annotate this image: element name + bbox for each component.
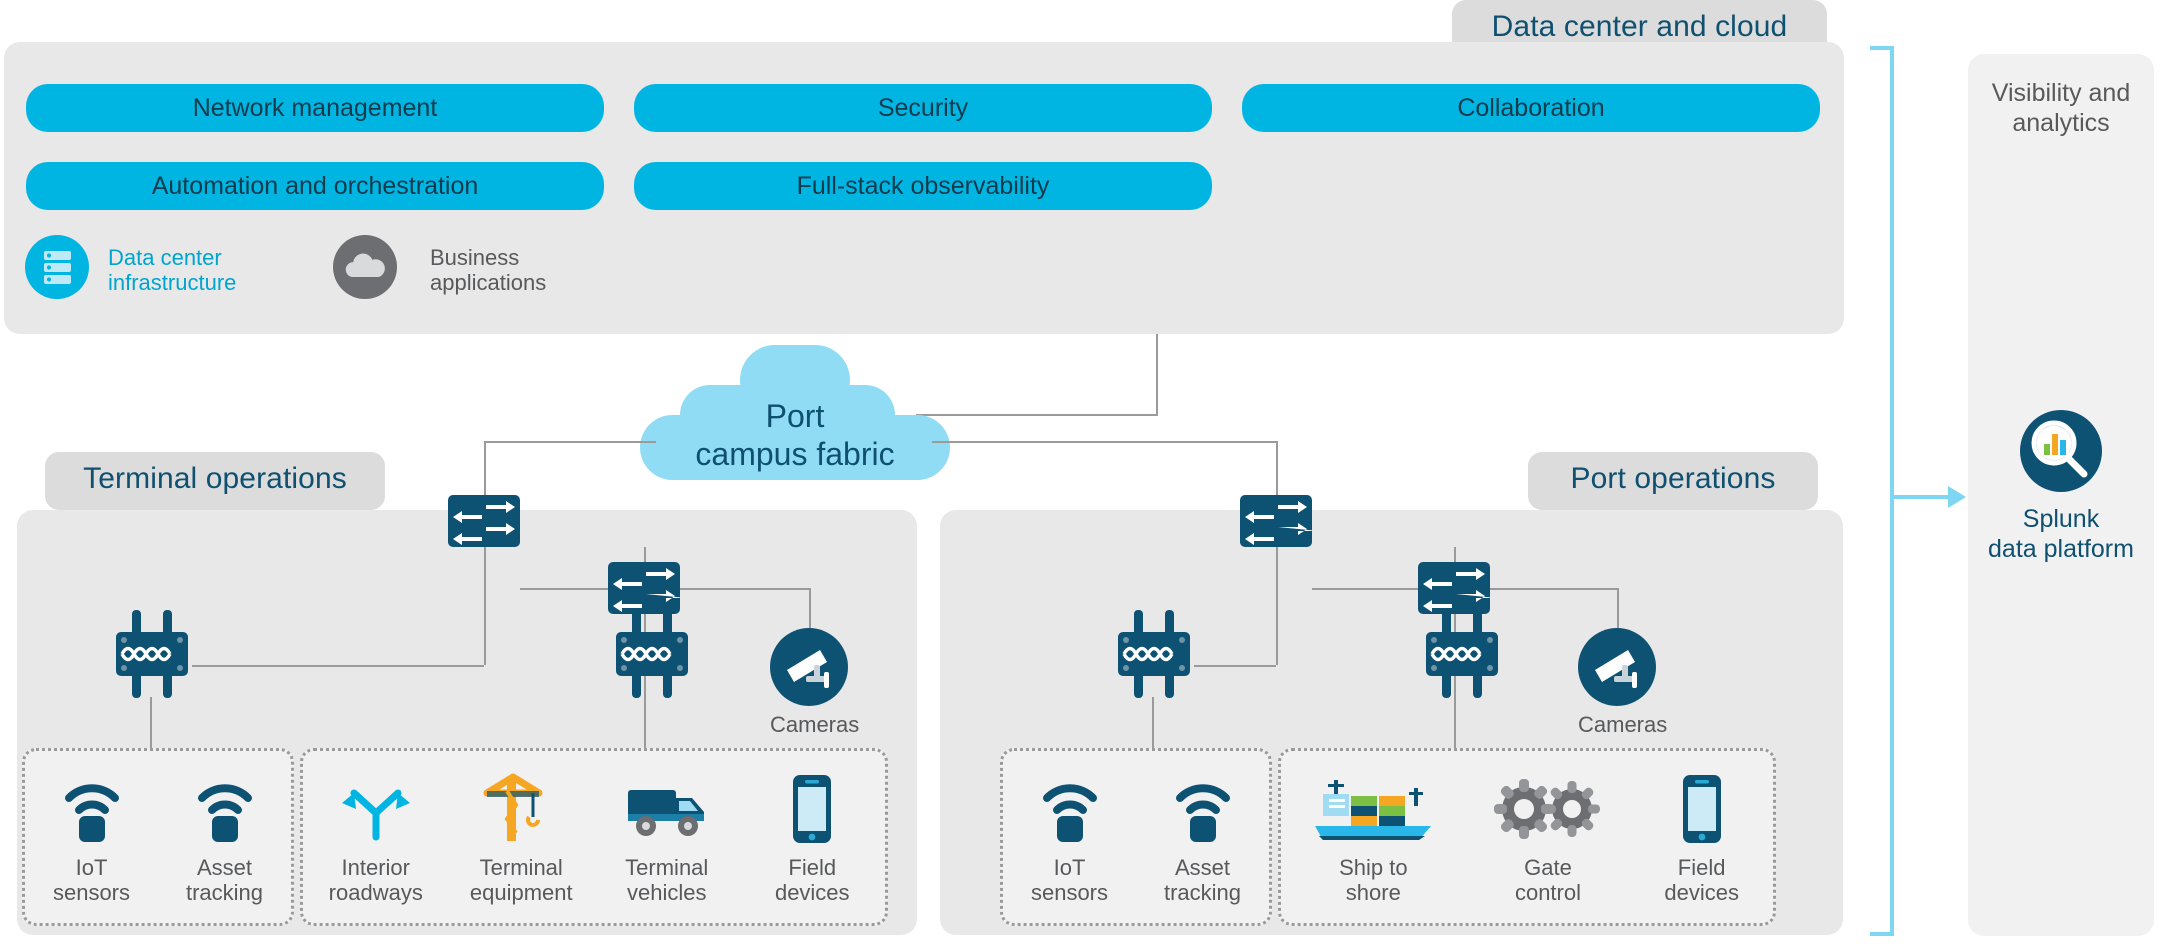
port-sensors-group: IoT sensors Asset tracking [1000, 748, 1272, 926]
device-caption: Gate control [1514, 855, 1581, 905]
pill-label: Full-stack observability [796, 171, 1050, 200]
connector-terminal-camera-drop [809, 588, 811, 628]
crane-icon [467, 773, 575, 845]
device-caption: Terminal vehicles [625, 855, 709, 905]
access-point-terminal-right[interactable] [608, 608, 696, 700]
smartphone-icon [1648, 773, 1756, 845]
camera-node-port[interactable]: Cameras [1578, 628, 1668, 737]
data-center-infrastructure-label: Data center infrastructure [108, 245, 237, 295]
pill-label: Network management [192, 93, 438, 122]
tab-header-port-operations-label: Port operations [1570, 462, 1776, 495]
device-caption: Asset tracking [1163, 855, 1242, 905]
camera-caption: Cameras [1578, 712, 1668, 737]
access-point-terminal-left[interactable] [108, 608, 196, 700]
diagram-canvas: Data center and cloud Network management… [0, 0, 2160, 946]
device-caption: Terminal equipment [469, 855, 573, 905]
terminal-assets-group: Interior roadways Terminal equipment Ter… [300, 748, 888, 926]
pill-collaboration[interactable]: Collaboration [1242, 84, 1820, 132]
connector-terminal-access-to-camera [680, 588, 810, 590]
camera-caption: Cameras [770, 712, 860, 737]
connector-port-camera-drop [1617, 588, 1619, 628]
access-point-port-left[interactable] [1110, 608, 1198, 700]
switch-terminal-access[interactable] [608, 562, 686, 614]
splunk-data-platform[interactable]: Splunk data platform [1968, 410, 2154, 564]
connector-port-core-drop [1276, 547, 1278, 665]
truck-icon [613, 773, 721, 845]
visibility-arrow-head [1948, 486, 1966, 508]
device-iot-sensors-port[interactable]: IoT sensors [1016, 773, 1124, 905]
connector-fabric-left-horizontal [484, 441, 656, 443]
asset-tracking-icon [171, 773, 279, 845]
tab-header-data-center-label: Data center and cloud [1491, 10, 1788, 43]
connector-terminal-core-drop [484, 547, 486, 665]
tab-header-terminal-operations-label: Terminal operations [83, 462, 347, 495]
splunk-magnifier-chart-icon [2020, 410, 2102, 492]
port-campus-fabric-label: Port campus fabric [695, 398, 895, 472]
device-asset-tracking-terminal[interactable]: Asset tracking [171, 773, 279, 905]
tab-header-terminal-operations: Terminal operations [45, 452, 385, 510]
container-ship-icon [1298, 773, 1448, 845]
device-field-devices-port[interactable]: Field devices [1648, 773, 1756, 905]
connector-datacenter-to-fabric-vertical [1156, 334, 1158, 416]
port-campus-fabric: Port campus fabric [640, 345, 950, 480]
road-fork-icon [322, 773, 430, 845]
business-applications-label: Business applications [430, 245, 547, 295]
device-ship-to-shore[interactable]: Ship to shore [1298, 773, 1448, 905]
visibility-bracket-vertical [1890, 46, 1894, 936]
visibility-bracket-top-tick [1870, 46, 1894, 50]
device-gate-control[interactable]: Gate control [1483, 773, 1613, 905]
pill-label: Automation and orchestration [151, 171, 479, 200]
pill-label: Security [877, 93, 969, 122]
device-terminal-vehicles[interactable]: Terminal vehicles [613, 773, 721, 905]
pill-security[interactable]: Security [634, 84, 1212, 132]
connector-port-ap-left-to-core [1194, 665, 1276, 667]
device-iot-sensors-terminal[interactable]: IoT sensors [38, 773, 146, 905]
server-rack-icon [25, 235, 89, 299]
gears-icon [1483, 773, 1613, 845]
device-terminal-equipment[interactable]: Terminal equipment [467, 773, 575, 905]
pill-label: Collaboration [1457, 93, 1605, 122]
switch-port-access[interactable] [1418, 562, 1496, 614]
device-caption: Field devices [774, 855, 850, 905]
visibility-arrow-shaft [1890, 495, 1952, 499]
visibility-bracket-bottom-tick [1870, 932, 1894, 936]
device-caption: IoT sensors [1030, 855, 1109, 905]
device-caption: Field devices [1664, 855, 1739, 905]
device-asset-tracking-port[interactable]: Asset tracking [1149, 773, 1257, 905]
asset-tracking-icon [1149, 773, 1257, 845]
connector-fabric-right-horizontal [932, 441, 1276, 443]
device-field-devices-terminal[interactable]: Field devices [758, 773, 866, 905]
device-caption: Ship to shore [1339, 855, 1408, 905]
camera-node-terminal[interactable]: Cameras [770, 628, 860, 737]
terminal-sensors-group: IoT sensors Asset tracking [22, 748, 294, 926]
pill-full-stack-observability[interactable]: Full-stack observability [634, 162, 1212, 210]
tab-header-port-operations: Port operations [1528, 452, 1818, 510]
pill-network-management[interactable]: Network management [26, 84, 604, 132]
pill-automation-orchestration[interactable]: Automation and orchestration [26, 162, 604, 210]
visibility-analytics-title: Visibility and analytics [1991, 79, 2131, 137]
security-camera-icon [770, 628, 848, 706]
cloud-icon [333, 235, 397, 299]
iot-sensor-icon [38, 773, 146, 845]
device-caption: Interior roadways [328, 855, 423, 905]
smartphone-icon [758, 773, 866, 845]
device-interior-roadways[interactable]: Interior roadways [322, 773, 430, 905]
port-assets-group: Ship to shore Gate control Field devices [1278, 748, 1776, 926]
device-caption: IoT sensors [52, 855, 131, 905]
switch-port-core[interactable] [1240, 495, 1318, 547]
connector-datacenter-to-fabric-horizontal [916, 414, 1158, 416]
access-point-port-right[interactable] [1418, 608, 1506, 700]
iot-sensor-icon [1016, 773, 1124, 845]
splunk-data-platform-label: Splunk data platform [1988, 505, 2134, 563]
switch-terminal-core[interactable] [448, 495, 520, 547]
connector-port-access-to-camera [1490, 588, 1618, 590]
device-caption: Asset tracking [185, 855, 264, 905]
connector-terminal-ap-left-to-core [192, 665, 484, 667]
security-camera-icon [1578, 628, 1656, 706]
